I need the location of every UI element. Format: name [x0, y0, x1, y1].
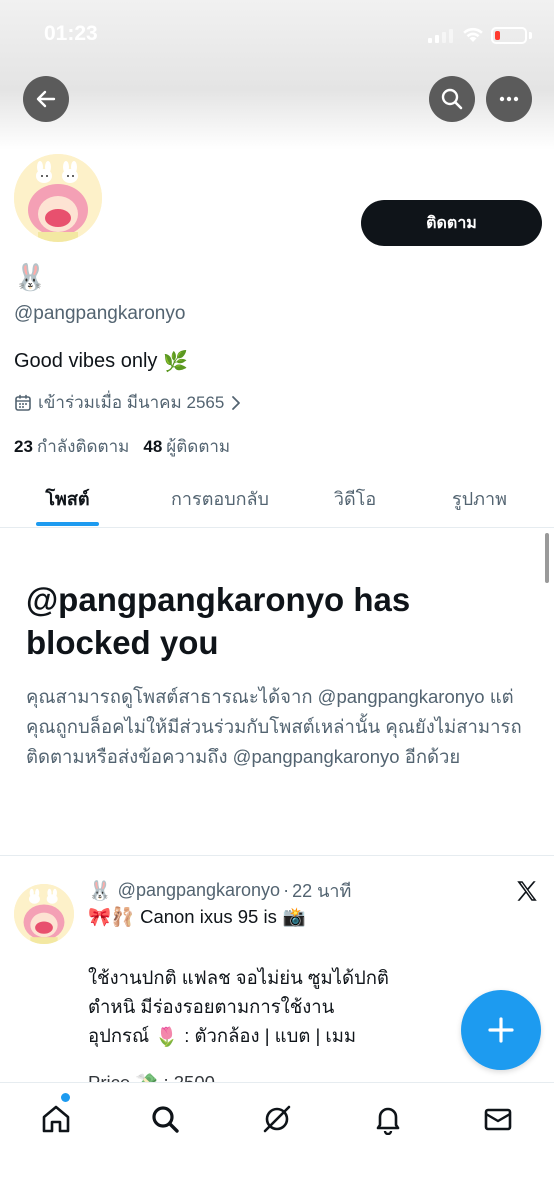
- avatar-illustration: [14, 884, 74, 944]
- profile-avatar[interactable]: [10, 150, 106, 246]
- nav-messages[interactable]: [476, 1097, 520, 1141]
- search-icon: [152, 1106, 179, 1133]
- back-button[interactable]: [23, 76, 69, 122]
- wifi-icon: [463, 27, 483, 42]
- tab-replies[interactable]: การตอบกลับ: [135, 468, 305, 528]
- tweet-text-1: Canon ixus 95 is: [140, 906, 277, 927]
- blocked-description: คุณสามารถดูโพสต์สาธารณะได้จาก @pangpangk…: [26, 686, 522, 767]
- following-count: 23: [14, 437, 33, 456]
- followers-count: 48: [143, 437, 163, 456]
- nav-grok[interactable]: [255, 1097, 299, 1141]
- status-time: 01:23: [44, 22, 98, 45]
- arrow-left-icon: [36, 90, 56, 108]
- home-notification-dot: [61, 1093, 70, 1102]
- tweet-line-4: อุปกรณ์ 🌷 : ตัวกล้อง | แบต | เมม: [88, 1022, 356, 1051]
- tweet-avatar[interactable]: [12, 882, 76, 946]
- profile-tabs: โพสต์ การตอบกลับ วิดีโอ รูปภาพ: [0, 468, 554, 528]
- profile-bio: Good vibes only 🌿: [14, 349, 188, 374]
- follow-stats: 23 กำลังติดตาม 48 ผู้ติดตาม: [14, 433, 230, 460]
- active-tab-indicator: [36, 522, 99, 526]
- tweet-time[interactable]: 22 นาที: [292, 876, 351, 905]
- follow-button[interactable]: ติดตาม: [361, 200, 542, 246]
- more-button[interactable]: [486, 76, 532, 122]
- tweet-text-4-prefix: อุปกรณ์: [88, 1025, 150, 1046]
- tulip-emoji: 🌷: [155, 1025, 179, 1047]
- search-button[interactable]: [429, 76, 475, 122]
- nav-search[interactable]: [143, 1097, 187, 1141]
- tab-posts[interactable]: โพสต์: [0, 468, 135, 528]
- bell-icon: [376, 1107, 400, 1135]
- herb-emoji: 🌿: [163, 351, 189, 373]
- tweet-line-2: ใช้งานปกติ แฟลช จอไม่ย่น ซูมได้ปกติ: [88, 967, 389, 988]
- followers-link[interactable]: 48 ผู้ติดตาม: [143, 433, 230, 460]
- tweet-author-handle[interactable]: @pangpangkaronyo: [118, 880, 280, 901]
- bow-emoji: 🎀🩰: [88, 906, 135, 927]
- following-label: กำลังติดตาม: [36, 437, 130, 456]
- plus-icon: [488, 1017, 514, 1043]
- profile-handle: @pangpangkaronyo: [14, 303, 186, 324]
- grok-icon: [263, 1105, 291, 1133]
- camera-emoji: 📸: [282, 906, 306, 927]
- scrollbar[interactable]: [545, 533, 549, 583]
- battery-icon: [491, 27, 527, 44]
- tweet-line-3: ตำหนิ มีร่องรอยตามการใช้งาน: [88, 996, 335, 1017]
- divider: [0, 855, 554, 856]
- cellular-signal-icon: [428, 29, 454, 43]
- more-horizontal-icon: [499, 96, 519, 102]
- display-name: 🐰: [14, 262, 47, 292]
- joined-text: เข้าร่วมเมื่อ มีนาคม 2565: [38, 393, 225, 412]
- bio-text: Good vibes only: [14, 350, 158, 372]
- joined-date[interactable]: เข้าร่วมเมื่อ มีนาคม 2565: [14, 389, 242, 416]
- following-link[interactable]: 23 กำลังติดตาม: [14, 433, 129, 460]
- tweet-separator: ·: [283, 880, 290, 900]
- nav-notifications[interactable]: [366, 1097, 410, 1141]
- bottom-navigation: [0, 1082, 554, 1200]
- calendar-icon: [15, 394, 31, 411]
- chevron-right-icon: [232, 395, 241, 410]
- tab-videos[interactable]: วิดีโอ: [305, 468, 405, 528]
- tweet-author-name[interactable]: 🐰: [88, 879, 112, 903]
- tab-photos[interactable]: รูปภาพ: [405, 468, 554, 528]
- mail-icon: [484, 1108, 512, 1131]
- compose-post-button[interactable]: [461, 990, 541, 1070]
- tweet-line-1: 🎀🩰 Canon ixus 95 is 📸: [88, 906, 306, 928]
- avatar-illustration: [14, 154, 102, 242]
- x-logo-icon[interactable]: [514, 878, 540, 904]
- tweet-text-4: : ตัวกล้อง | แบต | เมม: [184, 1025, 357, 1046]
- home-icon: [42, 1105, 70, 1133]
- followers-label: ผู้ติดตาม: [166, 437, 231, 456]
- blocked-title: @pangpangkaronyo has blocked you: [26, 581, 411, 661]
- search-icon: [441, 88, 463, 110]
- tweet-header: 🐰 @pangpangkaronyo · 22 นาที: [88, 876, 351, 905]
- status-bar: 01:23: [0, 0, 554, 70]
- nav-home[interactable]: [34, 1097, 78, 1141]
